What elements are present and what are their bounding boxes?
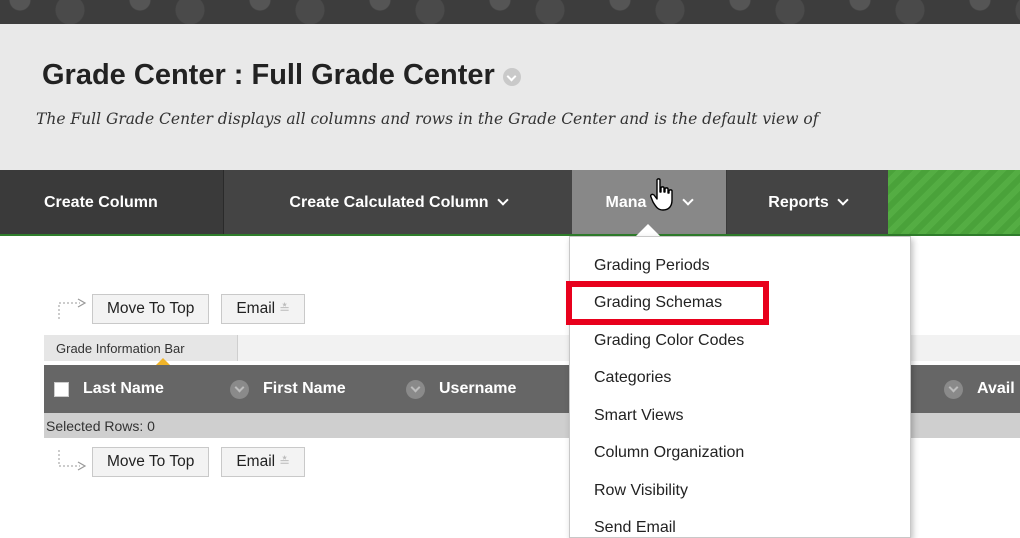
create-column-button[interactable]: Create Column — [0, 170, 224, 236]
chevron-down-icon[interactable] — [406, 379, 425, 399]
menu-item-column-organization[interactable]: Column Organization — [594, 444, 744, 462]
grade-information-bar-tab[interactable]: Grade Information Bar — [44, 335, 238, 361]
move-to-top-label: Move To Top — [107, 300, 195, 317]
column-header-last-name[interactable]: Last Name — [54, 365, 164, 413]
action-bar: Create Column Create Calculated Column M… — [0, 170, 1020, 236]
column-label: Username — [439, 380, 517, 397]
page-description: The Full Grade Center displays all colum… — [36, 110, 819, 128]
menu-item-grading-periods[interactable]: Grading Periods — [594, 257, 710, 275]
create-column-label: Create Column — [44, 194, 158, 211]
column-label: First Name — [263, 380, 346, 397]
move-to-top-button[interactable]: Move To Top — [92, 447, 210, 477]
email-button[interactable]: Email ≛ — [221, 447, 305, 477]
return-arrow-icon — [54, 297, 88, 321]
move-to-top-button[interactable]: Move To Top — [92, 294, 210, 324]
column-header-username[interactable]: Username — [406, 365, 516, 413]
menu-item-smart-views[interactable]: Smart Views — [594, 407, 684, 425]
reports-label: Reports — [768, 194, 829, 211]
chevron-down-icon — [837, 194, 849, 206]
course-banner — [0, 0, 1020, 24]
menu-item-grading-color-codes[interactable]: Grading Color Codes — [594, 332, 744, 350]
grid-toolbar-bottom: Move To Top Email ≛ — [54, 446, 317, 478]
reports-button[interactable]: Reports — [726, 170, 888, 236]
menu-item-categories[interactable]: Categories — [594, 369, 671, 387]
page-title: Grade Center : Full Grade Center — [42, 59, 521, 92]
column-header-first-name[interactable]: First Name — [230, 365, 346, 413]
annotation-highlight-box — [566, 281, 769, 325]
select-all-checkbox[interactable] — [54, 381, 69, 397]
email-label: Email — [236, 300, 276, 317]
hand-cursor-icon — [650, 178, 673, 211]
column-label: Last Name — [83, 380, 164, 397]
grid-toolbar-top: Move To Top Email ≛ — [54, 293, 317, 325]
chevron-down-icon[interactable] — [944, 379, 963, 399]
double-chevron-down-icon: ≛ — [279, 301, 290, 316]
create-calculated-column-label: Create Calculated Column — [289, 194, 489, 211]
column-header-availability[interactable]: Avail — [944, 365, 1015, 413]
menu-item-row-visibility[interactable]: Row Visibility — [594, 482, 688, 500]
email-button[interactable]: Email ≛ — [221, 294, 305, 324]
info-bar-caret-icon — [156, 358, 170, 365]
return-arrow-icon — [54, 450, 88, 474]
create-calculated-column-button[interactable]: Create Calculated Column — [224, 170, 572, 236]
page-header — [0, 24, 1020, 170]
chevron-down-icon — [496, 194, 509, 206]
action-bar-accent — [888, 170, 1020, 236]
double-chevron-down-icon: ≛ — [279, 454, 290, 469]
manage-label: Mana — [605, 194, 647, 211]
chevron-down-icon[interactable] — [230, 379, 249, 399]
menu-item-send-email[interactable]: Send Email — [594, 519, 676, 537]
manage-menu-caret — [636, 224, 660, 236]
title-menu-chevron-icon[interactable] — [502, 67, 521, 86]
email-label: Email — [236, 453, 276, 470]
page-title-text: Grade Center : Full Grade Center — [42, 59, 495, 91]
column-label: Avail — [977, 380, 1015, 397]
move-to-top-label: Move To Top — [107, 453, 195, 470]
chevron-down-icon — [682, 194, 695, 206]
